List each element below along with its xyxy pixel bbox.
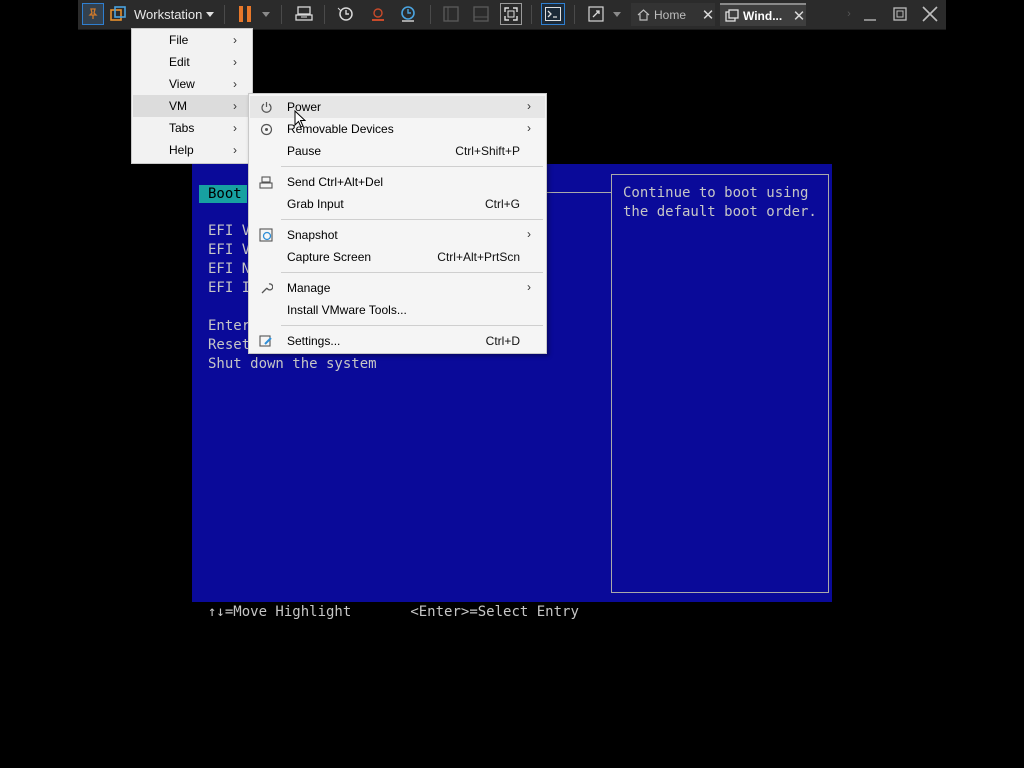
console-view-icon[interactable] [541,3,565,25]
chevron-right-icon: › [233,55,237,69]
minimize-icon[interactable] [860,3,880,25]
library-view-icon[interactable] [441,3,461,25]
stretch-options-chevron-icon[interactable] [611,3,623,25]
boot-entry[interactable]: EFI V [208,241,250,260]
thumbnail-bar-icon[interactable] [471,3,491,25]
chevron-right-icon: › [527,227,531,241]
close-tab-home-icon[interactable]: ✕ [701,6,715,24]
footer-select-hint: <Enter>=Select Entry [410,604,579,620]
chevron-down-icon[interactable] [204,3,216,25]
menu-item-grab-input[interactable]: Grab Input Ctrl+G [250,193,545,215]
snapshot-manager-icon[interactable] [397,3,419,25]
pause-button[interactable] [234,3,256,25]
send-ctrl-alt-del-icon[interactable] [292,3,316,25]
close-tab-windows-icon[interactable]: ✕ [792,7,806,25]
vm-icon [724,8,740,24]
boot-action-reset[interactable]: Reset [208,336,250,355]
send-keys-icon [258,174,274,190]
chevron-right-icon: › [233,77,237,91]
vmware-toolbar: Workstation Home ✕ Wind... ✕ › [78,0,946,30]
tab-windows-vm[interactable]: Wind... ✕ [720,3,806,26]
menu-item-capture-screen[interactable]: Capture Screen Ctrl+Alt+PrtScn [250,246,545,268]
take-snapshot-icon[interactable] [335,3,357,25]
menu-item-install-vmware-tools[interactable]: Install VMware Tools... [250,299,545,321]
footer-move-hint: ↑↓=Move Highlight [208,604,352,620]
power-options-chevron-icon[interactable] [260,3,272,25]
removable-devices-icon [258,121,274,137]
chevron-right-icon: › [527,99,531,113]
tab-windows-label: Wind... [743,8,783,23]
menu-item-vm[interactable]: VM › [133,95,251,117]
chevron-right-icon: › [233,99,237,113]
menu-item-manage[interactable]: Manage › [250,277,545,299]
workstation-menu-button[interactable]: Workstation [134,3,202,25]
menu-item-send-ctrl-alt-del[interactable]: Send Ctrl+Alt+Del [250,171,545,193]
home-icon [635,7,651,23]
boot-action-shutdown[interactable]: Shut down the system [208,355,377,374]
maximize-icon[interactable] [890,3,910,25]
menu-item-settings[interactable]: Settings... Ctrl+D [250,330,545,352]
chevron-right-icon: › [527,121,531,135]
wrench-icon [258,280,274,296]
workstation-logo-icon [108,3,128,25]
menu-separator [281,166,543,167]
menu-separator [281,219,543,220]
power-icon [258,99,274,115]
chevron-right-icon: › [233,33,237,47]
settings-icon [258,333,274,349]
snapshot-icon [258,227,274,243]
menu-separator [281,272,543,273]
menu-item-file[interactable]: File › [133,29,251,51]
bios-footer: ↑↓=Move Highlight <Enter>=Select Entry [208,603,579,622]
boot-action-enter-setup[interactable]: Enter [208,317,250,336]
bios-separator [545,192,611,193]
menu-item-pause[interactable]: Pause Ctrl+Shift+P [250,140,545,162]
chevron-right-icon: › [233,143,237,157]
stretch-guest-icon[interactable] [585,3,607,25]
menu-item-tabs[interactable]: Tabs › [133,117,251,139]
chevron-right-icon: › [527,280,531,294]
menu-item-view[interactable]: View › [133,73,251,95]
boot-entry[interactable]: EFI N [208,260,250,279]
bios-help-text: Continue to boot using the default boot … [623,185,817,220]
workstation-menu: File › Edit › View › VM › Tabs › Help › [131,28,253,164]
menu-item-snapshot[interactable]: Snapshot › [250,224,545,246]
mouse-pointer-icon [294,109,307,133]
menu-item-help[interactable]: Help › [133,139,251,161]
bios-boot-tab: Boot [199,185,247,203]
chevron-right-icon: › [233,121,237,135]
bios-help-panel [611,174,829,593]
menu-item-edit[interactable]: Edit › [133,51,251,73]
revert-snapshot-icon[interactable] [367,3,389,25]
scroll-tabs-icon[interactable]: › [844,3,854,25]
boot-entry[interactable]: EFI I [208,279,250,298]
tab-home[interactable]: Home ✕ [631,3,715,26]
vm-submenu: Power › Removable Devices › Pause Ctrl+S… [248,93,547,354]
close-window-icon[interactable] [920,3,940,25]
pin-icon[interactable] [82,3,104,25]
boot-entry[interactable]: EFI V [208,222,250,241]
menu-separator [281,325,543,326]
tab-home-label: Home [654,7,687,22]
full-screen-icon[interactable] [500,3,522,25]
